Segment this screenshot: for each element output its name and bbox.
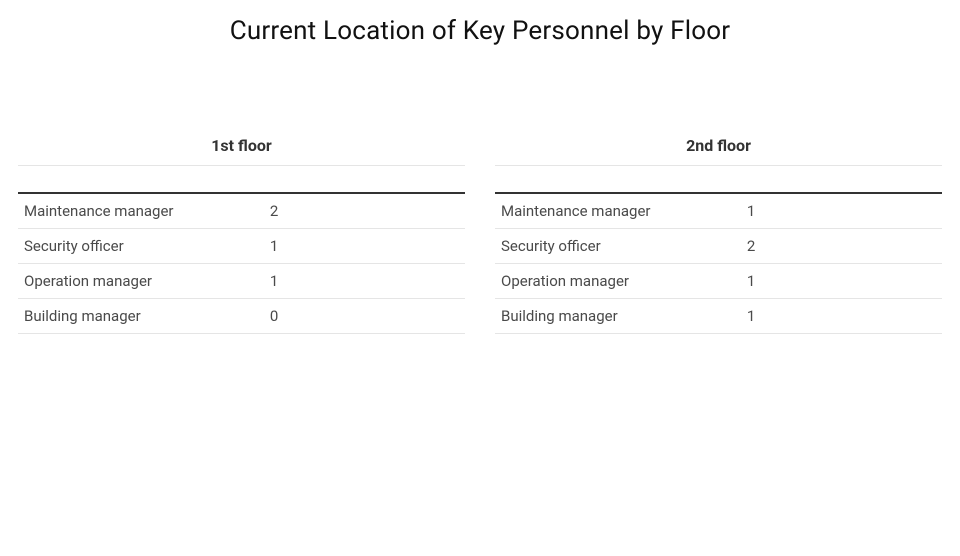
table-1st-floor: 1st floor Maintenance manager 2 Security… [18,136,465,334]
table-row: Operation manager 1 [18,264,465,299]
personnel-table: Maintenance manager 2 Security officer 1… [18,194,465,334]
count-cell: 2 [264,194,465,229]
table-row: Operation manager 1 [495,264,942,299]
table-row: Building manager 1 [495,299,942,334]
role-cell: Maintenance manager [18,194,264,229]
table-row: Maintenance manager 2 [18,194,465,229]
table-row: Building manager 0 [18,299,465,334]
role-cell: Security officer [495,229,741,264]
table-spacer [495,166,942,194]
table-header: 1st floor [18,136,465,166]
table-2nd-floor: 2nd floor Maintenance manager 1 Security… [495,136,942,334]
count-cell: 0 [264,299,465,334]
count-cell: 2 [741,229,942,264]
role-cell: Building manager [495,299,741,334]
count-cell: 1 [264,229,465,264]
role-cell: Maintenance manager [495,194,741,229]
personnel-table: Maintenance manager 1 Security officer 2… [495,194,942,334]
count-cell: 1 [264,264,465,299]
count-cell: 1 [741,299,942,334]
table-row: Maintenance manager 1 [495,194,942,229]
table-row: Security officer 1 [18,229,465,264]
count-cell: 1 [741,264,942,299]
table-header: 2nd floor [495,136,942,166]
tables-container: 1st floor Maintenance manager 2 Security… [0,136,960,334]
role-cell: Operation manager [18,264,264,299]
role-cell: Operation manager [495,264,741,299]
role-cell: Building manager [18,299,264,334]
table-row: Security officer 2 [495,229,942,264]
count-cell: 1 [741,194,942,229]
page-title: Current Location of Key Personnel by Flo… [0,16,960,46]
table-spacer [18,166,465,194]
role-cell: Security officer [18,229,264,264]
